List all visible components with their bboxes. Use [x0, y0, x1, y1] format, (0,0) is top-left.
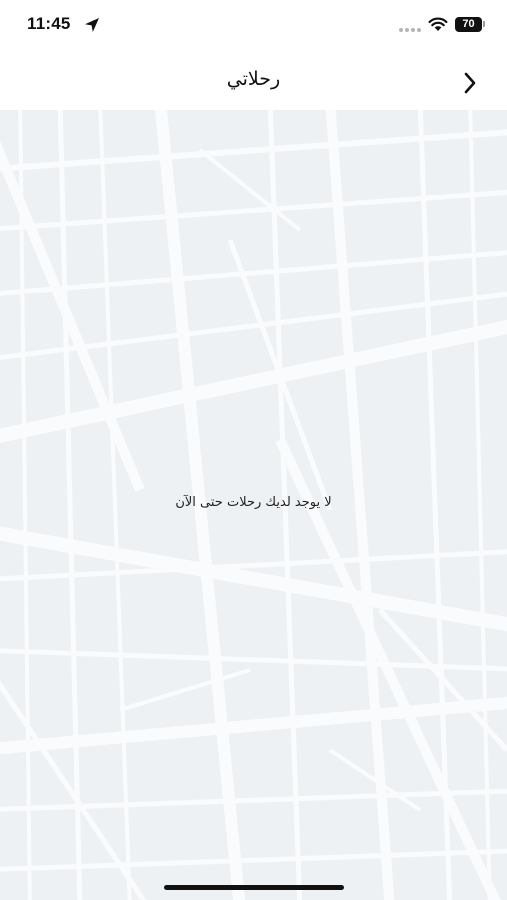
cellular-signal-icon [399, 28, 421, 32]
empty-state-message: لا يوجد لديك رحلات حتى الآن [175, 495, 332, 510]
status-time: 11:45 [27, 14, 71, 33]
home-indicator[interactable] [164, 885, 344, 890]
battery-icon: 70 [455, 17, 482, 32]
battery-tip [483, 21, 485, 27]
wifi-icon [428, 17, 448, 31]
page-title: رحلاتي [226, 68, 281, 90]
map-background: لا يوجد لديك رحلات حتى الآن [0, 110, 507, 900]
status-bar: 11:45 70 [0, 0, 507, 52]
location-arrow-icon [85, 18, 99, 32]
chevron-right-icon [464, 72, 476, 94]
navigation-bar: رحلاتي [0, 52, 507, 110]
back-button[interactable] [455, 68, 485, 98]
battery-level: 70 [462, 18, 475, 30]
